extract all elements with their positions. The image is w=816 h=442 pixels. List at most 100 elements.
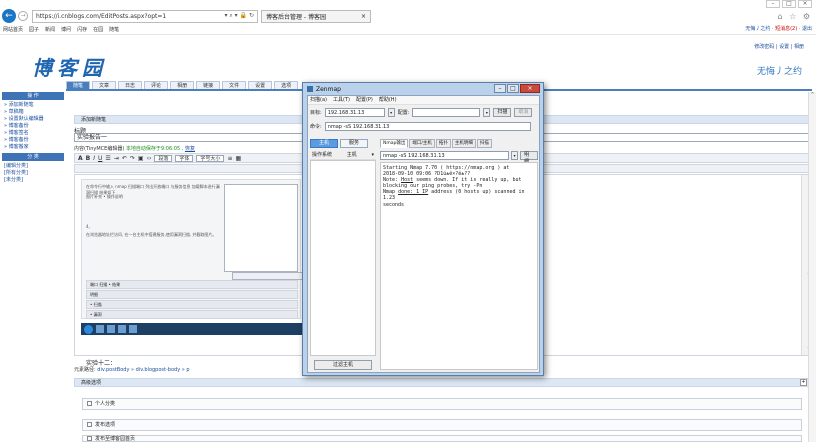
favorite-link[interactable]: 随笔 <box>109 26 119 33</box>
browser-tab[interactable]: 博客后台管理 - 博客园 × <box>261 9 371 23</box>
advanced-options-heading[interactable]: 高级选项 + <box>74 378 810 387</box>
paragraph-select[interactable]: 段落 <box>154 154 173 162</box>
undo-icon[interactable]: ↶ <box>122 155 127 162</box>
scroll-up-icon[interactable]: ^ <box>809 92 816 98</box>
bold-icon[interactable]: B <box>86 155 91 162</box>
menu-scan[interactable]: 扫描(a) <box>310 96 327 104</box>
page-scrollbar[interactable]: ^ <box>808 92 816 442</box>
publish-home-box[interactable]: 发布至博客园首页 <box>82 435 802 442</box>
maximize-icon[interactable]: □ <box>507 84 519 93</box>
sidebar-item-uncategorized[interactable]: [未分类] <box>2 177 64 184</box>
filter-hosts-button[interactable]: 过滤主机 <box>314 360 372 370</box>
favorite-link[interactable]: 园子 <box>29 26 39 33</box>
restore-link[interactable]: 恢复 <box>185 146 195 152</box>
back-arrow-icon[interactable]: ← <box>2 9 16 23</box>
sidebar-item-all-categories[interactable]: [所有分类] <box>2 170 64 177</box>
sidebar-item-default-editor[interactable]: » 设置默认编辑器 <box>2 116 64 123</box>
command-input[interactable]: nmap -sS 192.168.31.13 <box>324 122 531 131</box>
details-button[interactable]: 明细 <box>520 151 538 165</box>
close-icon[interactable]: × <box>520 84 540 93</box>
personal-category-box[interactable]: 个人分类 <box>82 398 802 410</box>
sidebar-item-signature[interactable]: » 博客签名 <box>2 130 64 137</box>
sidebar-item-backup-2[interactable]: » 博客备份 <box>2 137 64 144</box>
profile-select[interactable] <box>412 108 481 117</box>
nav-settings[interactable]: 设置 <box>248 81 273 89</box>
favorite-link[interactable]: 博问 <box>61 26 71 33</box>
account-links[interactable]: 修改密码 | 设置 | 相册 <box>754 43 804 50</box>
maximize-icon[interactable]: □ <box>782 0 796 8</box>
tab-close-icon[interactable]: × <box>361 13 366 20</box>
output-scan-select[interactable]: nmap -sS 192.168.31.13 <box>380 151 510 160</box>
indent-icon[interactable]: ⇥ <box>114 155 119 162</box>
forward-arrow-icon[interactable]: → <box>18 11 28 21</box>
sidebar-item-migrate[interactable]: » 博客搬家 <box>2 144 64 151</box>
favorite-link[interactable]: 在园 <box>93 26 103 33</box>
menu-tools[interactable]: 工具(T) <box>333 96 350 104</box>
tab-services[interactable]: 服务 <box>340 139 368 148</box>
expand-checkbox[interactable] <box>87 422 92 427</box>
favorite-link[interactable]: 闪存 <box>77 26 87 33</box>
redo-icon[interactable]: ↷ <box>130 155 135 162</box>
font-size-select[interactable]: 字号大小 <box>196 154 225 162</box>
chevron-down-icon[interactable]: ▾ <box>511 151 519 160</box>
address-controls[interactable]: ▾ ⌕ ▾ 🔒 ↻ <box>224 12 254 20</box>
messages-link[interactable]: 短消息(2) <box>775 26 797 32</box>
nav-diary[interactable]: 日志 <box>118 81 143 89</box>
expand-icon[interactable]: + <box>800 379 807 386</box>
site-logo[interactable]: 博客园 <box>32 52 107 81</box>
sidebar-item-edit-categories[interactable]: [编辑分类] <box>2 163 64 170</box>
cancel-button[interactable]: 取消 <box>514 108 533 117</box>
nav-albums[interactable]: 相册 <box>170 81 195 89</box>
font-color-icon[interactable]: A <box>78 155 83 162</box>
target-input[interactable]: 192.168.31.13 <box>324 108 385 117</box>
menu-profile[interactable]: 配置(P) <box>356 96 373 104</box>
code-icon[interactable]: ‹› <box>147 155 152 162</box>
list-icon[interactable]: ☰ <box>105 155 110 162</box>
font-family-select[interactable]: 字体 <box>175 154 194 162</box>
tab-topology[interactable]: 拓扑 <box>435 139 451 148</box>
nav-options[interactable]: 选项 <box>274 81 299 89</box>
minimize-icon[interactable]: – <box>494 84 506 93</box>
scan-button[interactable]: 扫描 <box>493 108 512 117</box>
user-link[interactable]: 无悔丿之约 <box>745 26 770 32</box>
nav-articles[interactable]: 文章 <box>92 81 117 89</box>
host-column-header[interactable]: 主机 <box>347 151 357 159</box>
nav-links[interactable]: 链接 <box>196 81 221 89</box>
nav-posts[interactable]: 随笔 <box>66 81 91 89</box>
close-icon[interactable]: × <box>798 0 812 8</box>
address-bar[interactable]: https://i.cnblogs.com/EditPosts.aspx?opt… <box>32 9 258 23</box>
align-icon[interactable]: ≡ <box>227 155 232 162</box>
expand-checkbox[interactable] <box>87 401 92 406</box>
favorite-link[interactable]: 新闻 <box>45 26 55 33</box>
table-icon[interactable]: ▦ <box>235 155 241 162</box>
tab-nmap-output[interactable]: Nmap输出 <box>380 139 409 148</box>
minimize-icon[interactable]: – <box>766 0 780 8</box>
tab-scans[interactable]: 扫描 <box>476 139 492 148</box>
publish-home-checkbox[interactable] <box>87 436 92 441</box>
host-list[interactable] <box>310 160 376 356</box>
favorite-link[interactable]: 网站首页 <box>3 26 23 33</box>
image-icon[interactable]: ▣ <box>138 155 144 162</box>
nav-files[interactable]: 文件 <box>222 81 247 89</box>
tab-hosts[interactable]: 主机 <box>310 139 338 148</box>
chevron-down-icon[interactable]: ▾ <box>483 108 491 117</box>
nav-comments[interactable]: 评论 <box>144 81 169 89</box>
tab-host-details[interactable]: 主机明细 <box>451 139 476 148</box>
element-path-value[interactable]: div.postBody » div.blogpost-body » p <box>97 367 189 373</box>
publish-options-box[interactable]: 发布选项 <box>82 419 802 431</box>
italic-icon[interactable]: I <box>93 155 95 162</box>
sort-arrow-icon[interactable]: ▾ <box>371 151 374 159</box>
sidebar-item-drafts[interactable]: » 草稿箱 <box>2 109 64 116</box>
nmap-output-text[interactable]: Starting Nmap 7.70 ( https://nmap.org ) … <box>380 162 538 370</box>
blog-user-name[interactable]: 无悔丿之约 <box>757 64 802 77</box>
menu-help[interactable]: 帮助(H) <box>379 96 397 104</box>
logout-link[interactable]: 退出 <box>802 26 812 32</box>
chevron-down-icon[interactable]: ▾ <box>387 108 395 117</box>
os-column-header[interactable]: 操作系统 <box>312 151 332 159</box>
sidebar-item-backup[interactable]: » 博客备份 <box>2 123 64 130</box>
sidebar-item-add-post[interactable]: » 添加新随笔 <box>2 102 64 109</box>
url-text[interactable]: https://i.cnblogs.com/EditPosts.aspx?opt… <box>36 13 221 20</box>
tab-ports-hosts[interactable]: 端口/主机 <box>409 139 435 148</box>
browser-toolbar-icons[interactable]: ⌂ ☆ ⚙ <box>777 12 812 21</box>
underline-icon[interactable]: U <box>98 155 102 162</box>
